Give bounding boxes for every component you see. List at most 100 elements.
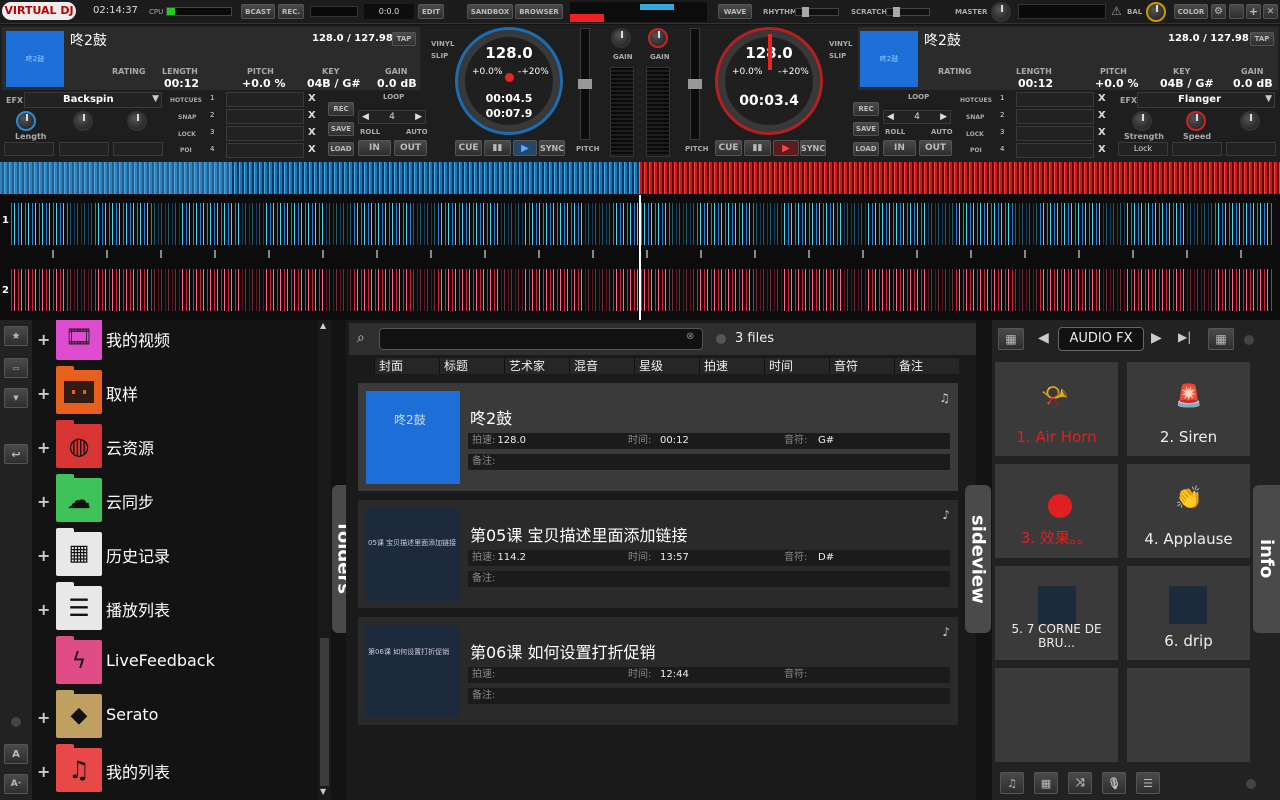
deck2-loop-out-button[interactable]: OUT xyxy=(919,140,952,156)
expand-icon[interactable]: + xyxy=(37,762,50,781)
folder-item[interactable]: + ☰ 播放列表 xyxy=(0,582,330,636)
sideview-tab[interactable]: sideview xyxy=(965,485,991,633)
deck1-sync-button[interactable]: SYNC xyxy=(539,140,565,156)
sample-pad[interactable] xyxy=(995,668,1118,762)
column-header[interactable]: 封面 xyxy=(374,358,439,374)
sideview-grid-button-2[interactable]: ▦ xyxy=(1208,328,1234,350)
deck2-loop-in-button[interactable]: IN xyxy=(883,140,916,156)
sample-pad[interactable]: 3. 效果。。 xyxy=(995,464,1118,558)
deck2-fx-knob-1[interactable] xyxy=(1132,111,1152,131)
deck2-fx-knob-3[interactable] xyxy=(1240,111,1260,131)
hotcue-delete-button[interactable]: X xyxy=(308,93,316,104)
hotcue-delete-button[interactable]: X xyxy=(1098,127,1106,138)
deck1-jog-wheel[interactable]: 128.0 +0.0% -+20% 00:04.5 00:07.9 xyxy=(455,27,563,135)
deck1-fx-btn-3[interactable] xyxy=(113,142,163,156)
deck2-jog-wheel[interactable]: 128.0 +0.0% -+20% 00:03.4 xyxy=(715,27,823,135)
info-tab[interactable]: info xyxy=(1253,485,1280,633)
sampler-list-button[interactable]: ☰ xyxy=(1136,772,1160,794)
color-button[interactable]: COLOR xyxy=(1174,4,1208,19)
broadcast-button[interactable]: BCAST xyxy=(241,4,275,19)
column-header[interactable]: 拍速 xyxy=(699,358,764,374)
column-header[interactable]: 时间 xyxy=(764,358,829,374)
deck2-fx-btn-3[interactable] xyxy=(1226,142,1276,156)
sampler-dot[interactable] xyxy=(1246,779,1256,789)
sample-pad[interactable]: 5. 7 CORNE DE BRU... xyxy=(995,566,1118,660)
sideview-dot[interactable] xyxy=(1244,335,1254,345)
track-card[interactable]: 咚2鼓 ♫ 咚2鼓 拍速: 128.0 时间: 00:12 音符: G# 备注: xyxy=(358,383,958,491)
deck1-cue-button[interactable]: CUE xyxy=(455,140,482,156)
deck2-fx-knob-2[interactable] xyxy=(1186,111,1206,131)
sample-pad[interactable] xyxy=(1127,668,1250,762)
folder-item[interactable]: + 🎞 我的视频 xyxy=(0,320,330,366)
deck1-play-button[interactable]: ▶ xyxy=(513,140,537,156)
deck1-fx-btn-2[interactable] xyxy=(59,142,109,156)
hotcue-delete-button[interactable]: X xyxy=(1098,93,1106,104)
folder-item[interactable]: + 取样 xyxy=(0,366,330,420)
track-card[interactable]: 05课 宝贝描述里面添加链接 ♪ 第05课 宝贝描述里面添加链接 拍速: 114.… xyxy=(358,500,958,608)
deck1-rec-button[interactable]: REC xyxy=(328,102,354,116)
sideview-mode-select[interactable]: AUDIO FX xyxy=(1058,327,1144,351)
hotcue-slot[interactable] xyxy=(1016,143,1094,158)
hotcue-delete-button[interactable]: X xyxy=(1098,110,1106,121)
deck1-fx-btn-1[interactable] xyxy=(4,142,54,156)
edit-button[interactable]: EDIT xyxy=(418,4,444,19)
master-knob[interactable] xyxy=(991,2,1011,22)
deck2-sync-button[interactable]: SYNC xyxy=(800,140,826,156)
scroll-down-icon[interactable]: ▼ xyxy=(320,787,326,796)
sampler-grid-button[interactable]: ▦ xyxy=(1034,772,1058,794)
sample-pad[interactable]: 📯 1. Air Horn xyxy=(995,362,1118,456)
waveform-overview[interactable] xyxy=(0,162,1280,194)
sandbox-button[interactable]: SANDBOX xyxy=(467,4,513,19)
balance-knob[interactable] xyxy=(1146,2,1166,22)
sampler-shuffle-button[interactable]: ⤨ xyxy=(1068,772,1092,794)
sampler-music-button[interactable]: ♫ xyxy=(1000,772,1024,794)
hotcue-slot[interactable] xyxy=(226,143,304,158)
sample-pad[interactable]: 6. drip xyxy=(1127,566,1250,660)
deck2-tap-button[interactable]: TAP xyxy=(1250,32,1274,46)
column-header[interactable]: 星级 xyxy=(634,358,699,374)
deck1-load-button[interactable]: LOAD xyxy=(328,142,354,156)
deck2-pitch-slider[interactable] xyxy=(688,28,702,140)
deck2-cue-button[interactable]: CUE xyxy=(715,140,742,156)
sideview-next-icon[interactable]: ▶ xyxy=(1151,330,1162,346)
maximize-button[interactable]: + xyxy=(1246,4,1261,19)
hotcue-slot[interactable] xyxy=(226,109,304,124)
prev-icon[interactable]: ◀ xyxy=(362,111,369,123)
folder-item[interactable]: + ♫ 我的列表 xyxy=(0,744,330,798)
deck1-pitch-slider[interactable] xyxy=(578,28,592,140)
next-icon[interactable]: ▶ xyxy=(415,111,422,123)
next-icon[interactable]: ▶ xyxy=(940,111,947,123)
close-button[interactable]: ✕ xyxy=(1263,4,1278,19)
prev-icon[interactable]: ◀ xyxy=(887,111,894,123)
deck1-loop-out-button[interactable]: OUT xyxy=(394,140,427,156)
sideview-grid-button[interactable]: ▦ xyxy=(998,328,1024,350)
search-input[interactable] xyxy=(379,328,703,350)
record-button[interactable]: REC. xyxy=(278,4,304,19)
deck2-loop-length[interactable]: ◀ 4 ▶ xyxy=(883,110,951,124)
scroll-thumb[interactable] xyxy=(320,638,329,786)
deck1-gain-knob[interactable] xyxy=(611,28,631,48)
hotcue-delete-button[interactable]: X xyxy=(308,110,316,121)
deck2-lock-button[interactable]: Lock xyxy=(1118,142,1168,156)
deck1-fx-knob-2[interactable] xyxy=(73,111,93,131)
wave-button[interactable]: WAVE xyxy=(718,4,752,19)
deck1-tap-button[interactable]: TAP xyxy=(392,32,416,46)
scroll-up-icon[interactable]: ▲ xyxy=(320,321,326,330)
deck2-save-button[interactable]: SAVE xyxy=(853,122,879,136)
deck2-play-button[interactable]: ▶ xyxy=(773,140,799,156)
browser-button[interactable]: BROWSER xyxy=(515,4,563,19)
folder-scrollbar[interactable]: ▲ ▼ xyxy=(318,320,331,800)
hotcue-slot[interactable] xyxy=(1016,92,1094,107)
deck2-gain-knob[interactable] xyxy=(648,28,668,48)
folder-item[interactable]: + ▦ 历史记录 xyxy=(0,528,330,582)
hotcue-delete-button[interactable]: X xyxy=(1098,144,1106,155)
column-header[interactable]: 混音 xyxy=(569,358,634,374)
folder-item[interactable]: + ☁ 云同步 xyxy=(0,474,330,528)
deck1-effect-select[interactable]: Backspin ▼ xyxy=(24,92,162,108)
expand-icon[interactable]: + xyxy=(37,438,50,457)
deck1-fx-knob-1[interactable] xyxy=(16,111,36,131)
hotcue-slot[interactable] xyxy=(1016,126,1094,141)
hotcue-slot[interactable] xyxy=(226,92,304,107)
sideview-skip-icon[interactable]: ▶| xyxy=(1178,330,1191,344)
deck1-loop-in-button[interactable]: IN xyxy=(358,140,391,156)
